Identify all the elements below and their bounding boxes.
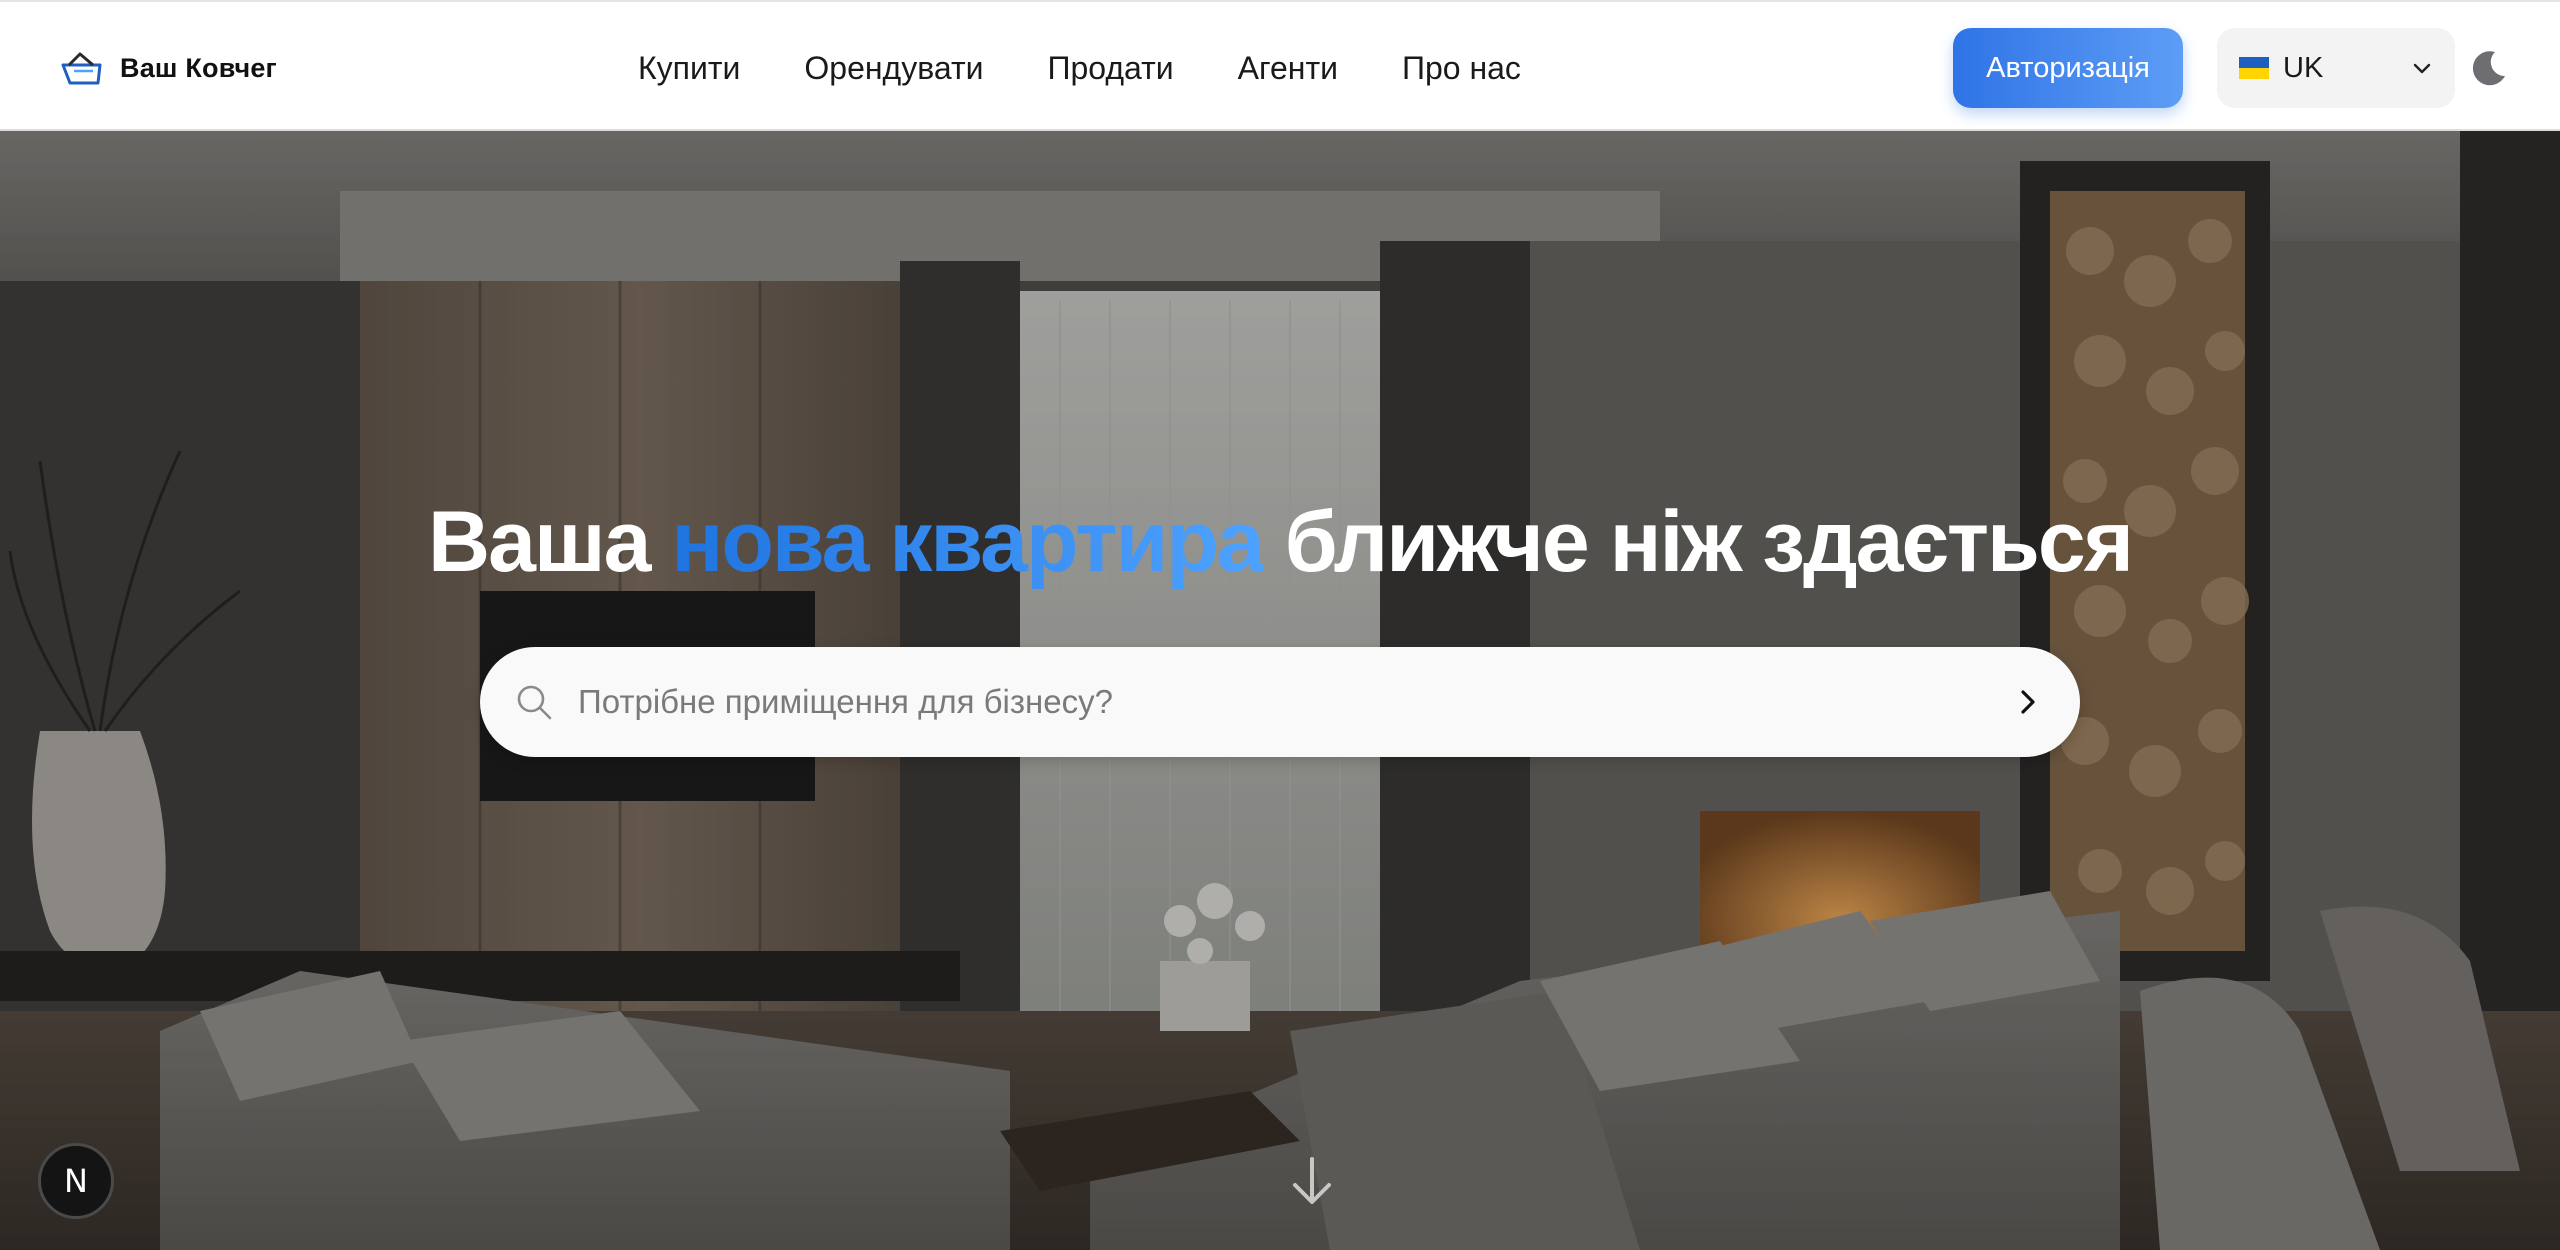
search-input[interactable] <box>578 683 2010 721</box>
chevron-right-icon[interactable] <box>2010 684 2046 720</box>
nav-item-rent[interactable]: Орендувати <box>804 50 983 87</box>
language-code: UK <box>2283 51 2324 84</box>
nav-item-agents[interactable]: Агенти <box>1238 50 1338 87</box>
dev-tools-badge[interactable]: N <box>38 1143 114 1219</box>
hero-section: Ваша нова квартира ближче ніж здається N <box>0 131 2560 1250</box>
search-icon <box>517 685 552 720</box>
headline-end: ближче ніж здається <box>1284 494 2134 590</box>
ark-logo-icon <box>61 52 102 85</box>
moon-icon[interactable] <box>2467 46 2511 90</box>
nav-item-about[interactable]: Про нас <box>1402 50 1521 87</box>
arrow-down-icon[interactable] <box>1287 1153 1337 1209</box>
language-select[interactable]: UK <box>2217 28 2455 108</box>
site-header: Ваш Ковчег Купити Орендувати Продати Аге… <box>0 0 2560 131</box>
chevron-down-icon <box>2413 63 2431 74</box>
nav-item-sell[interactable]: Продати <box>1047 50 1173 87</box>
search-bar <box>480 647 2080 757</box>
headline-accent: нова квартира <box>671 494 1264 590</box>
login-button[interactable]: Авторизація <box>1953 28 2183 108</box>
main-nav: Купити Орендувати Продати Агенти Про нас <box>638 46 1521 90</box>
nav-item-buy[interactable]: Купити <box>638 50 740 87</box>
headline-start: Ваша <box>428 494 651 590</box>
logo-link[interactable]: Ваш Ковчег <box>60 48 277 88</box>
logo-text: Ваш Ковчег <box>120 52 277 83</box>
ukraine-flag-icon <box>2239 57 2269 79</box>
hero-headline: Ваша нова квартира ближче ніж здається <box>0 493 2560 592</box>
